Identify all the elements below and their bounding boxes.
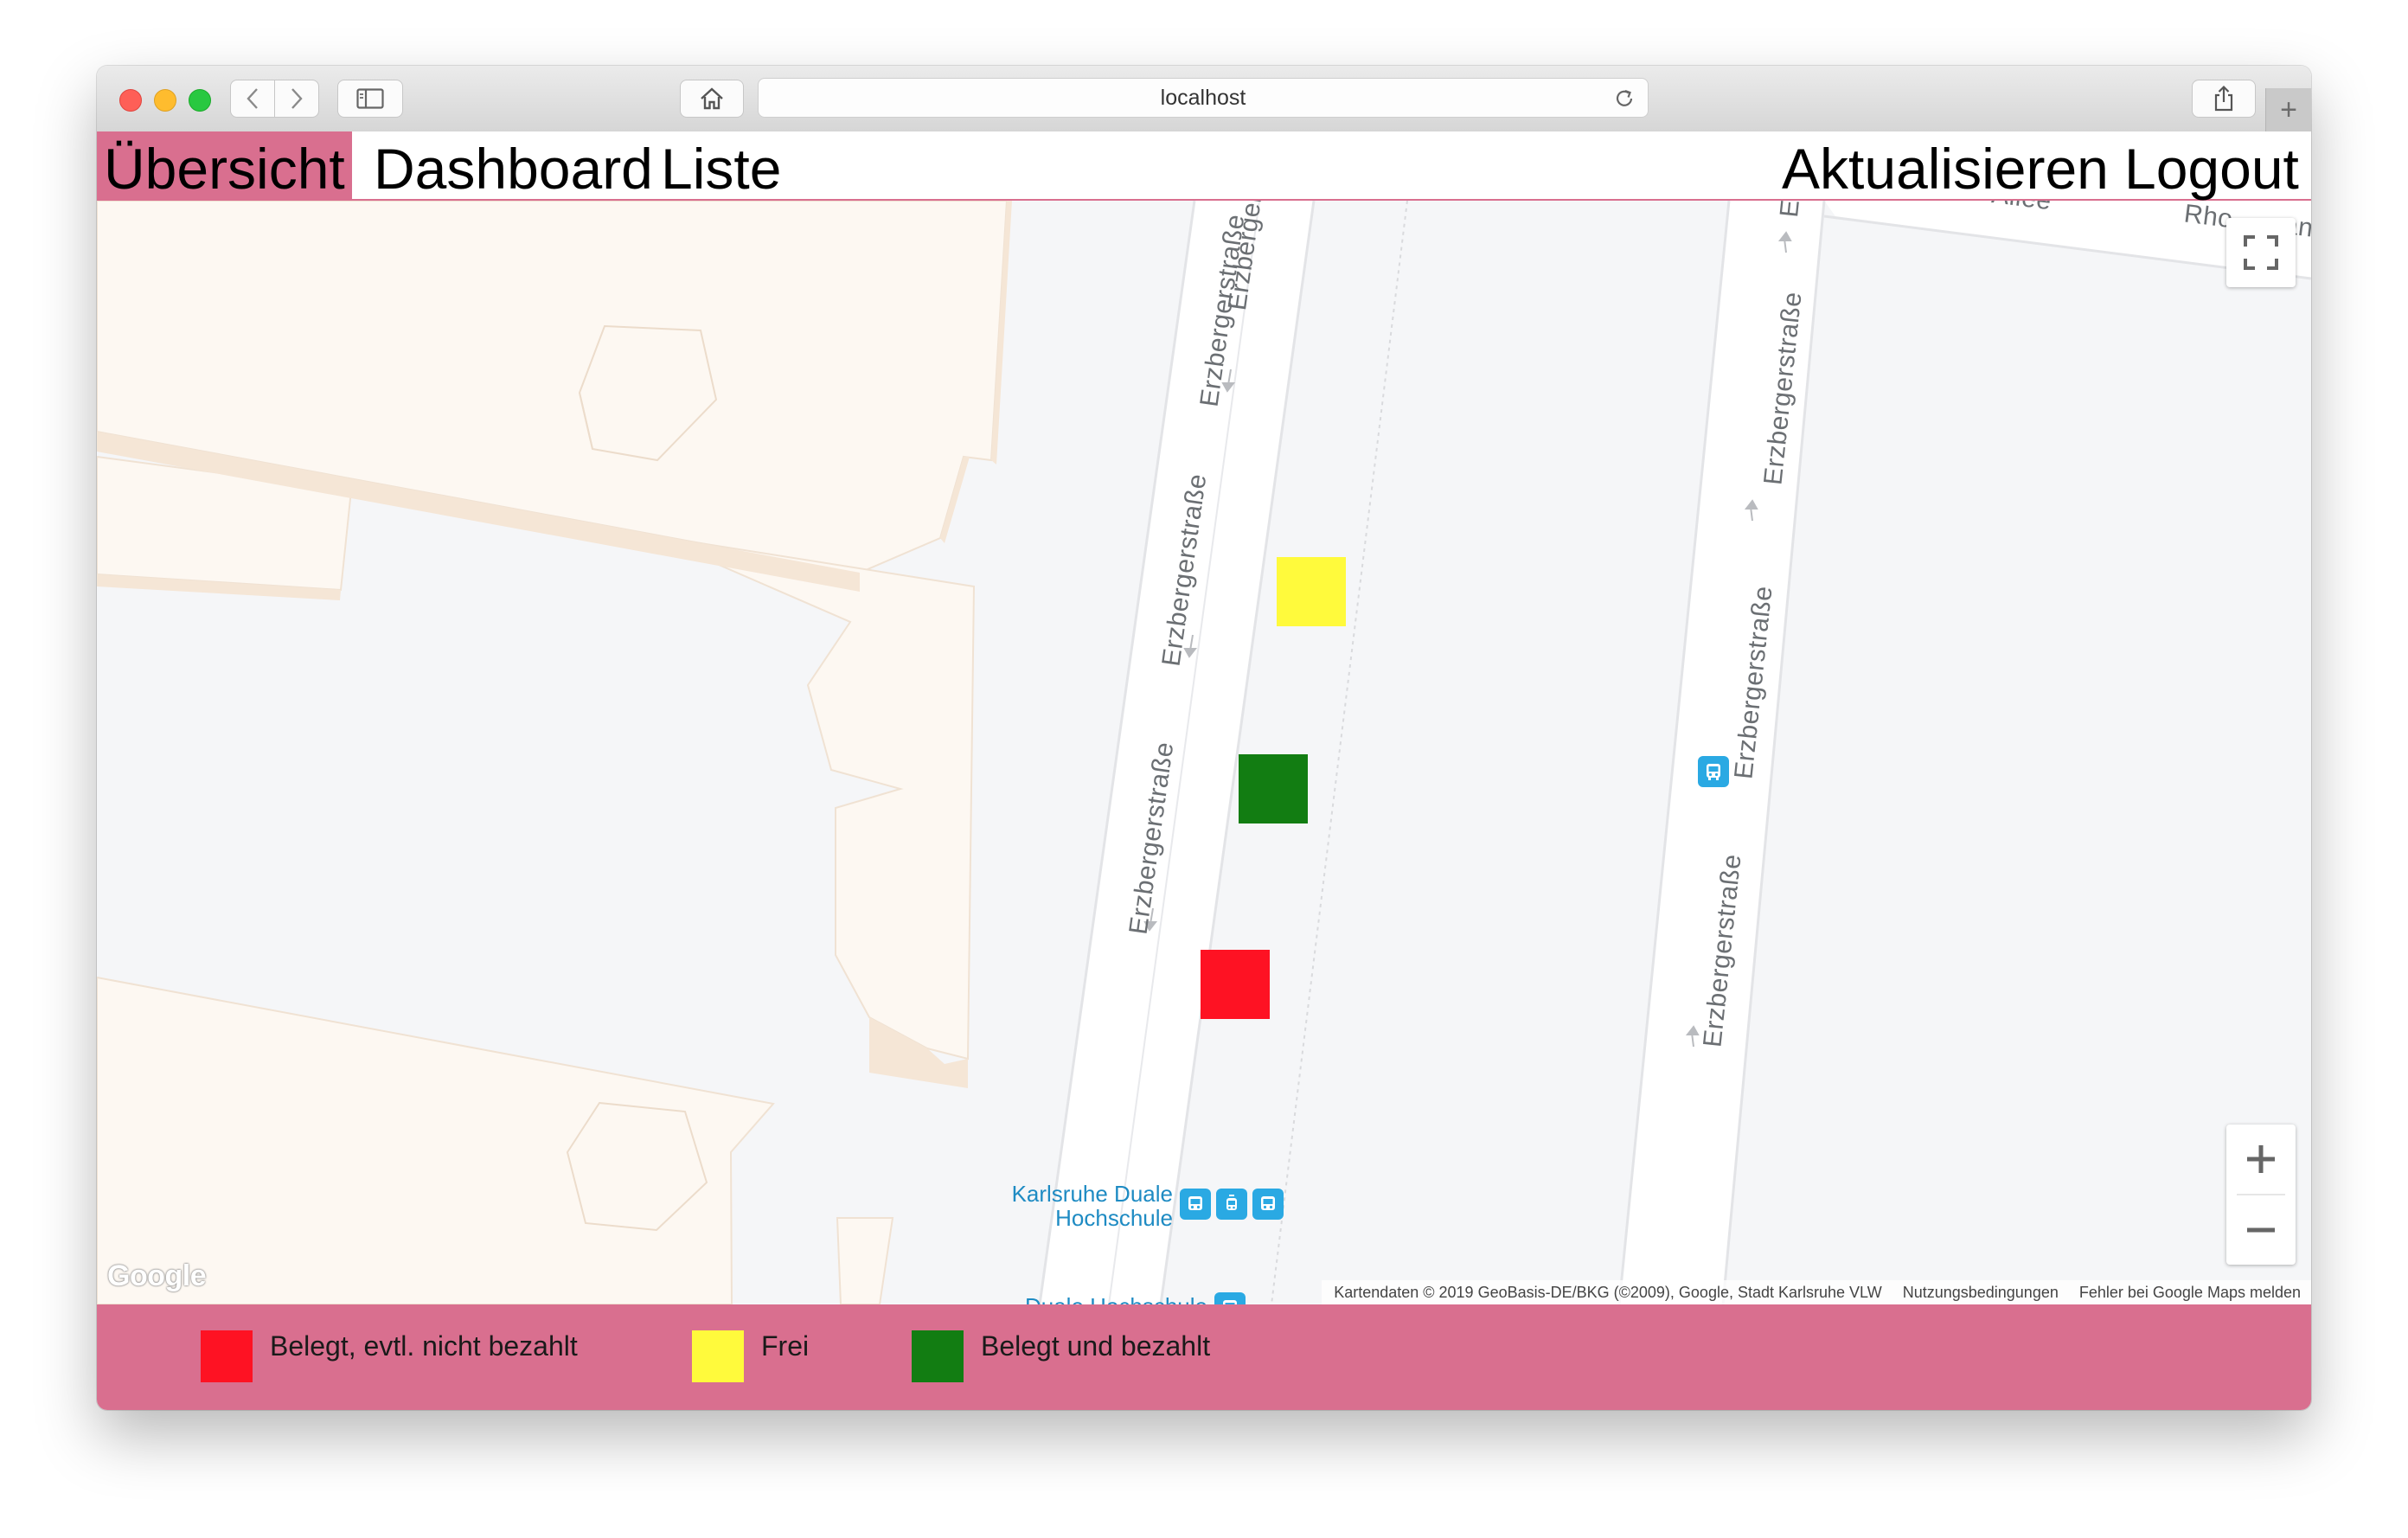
sidebar-button[interactable] — [337, 80, 403, 118]
report-error-link[interactable]: Fehler bei Google Maps melden — [2079, 1284, 2301, 1301]
share-button[interactable] — [2192, 80, 2256, 118]
share-icon — [2214, 85, 2233, 112]
chevron-right-icon — [291, 88, 303, 109]
parking-spot-paid[interactable] — [1239, 754, 1308, 823]
nav-logout[interactable]: Logout — [2117, 131, 2306, 201]
zoom-out-icon — [2247, 1227, 2275, 1233]
poi-label[interactable]: Karlsruhe Duale Hochschule — [893, 1182, 1173, 1230]
zoom-in-button[interactable] — [2226, 1125, 2296, 1194]
address-bar[interactable]: localhost — [758, 78, 1649, 118]
legend-swatch — [201, 1330, 253, 1382]
maximize-window-button[interactable] — [189, 89, 211, 112]
app-nav: Übersicht Dashboard Liste Aktualisieren … — [97, 131, 2311, 201]
legend-swatch — [912, 1330, 964, 1382]
street-label-stub: E — [1775, 201, 1805, 219]
tram-icon[interactable] — [1216, 1189, 1247, 1220]
google-logo[interactable]: Google — [107, 1259, 207, 1293]
map-data-credit: Kartendaten © 2019 GeoBasis-DE/BKG (©200… — [1334, 1284, 1882, 1301]
poi-label[interactable]: Duale Hochschule — [893, 1294, 1207, 1304]
bus-icon[interactable] — [1180, 1189, 1211, 1220]
legend-label: Belegt, evtl. nicht bezahlt — [270, 1330, 578, 1362]
browser-toolbar: localhost + — [97, 66, 2311, 132]
reload-icon[interactable] — [1613, 87, 1636, 110]
zoom-control — [2226, 1125, 2296, 1265]
forward-button[interactable] — [274, 80, 319, 118]
legend-swatch — [692, 1330, 744, 1382]
close-window-button[interactable] — [119, 89, 142, 112]
back-button[interactable] — [230, 80, 275, 118]
zoom-out-button[interactable] — [2226, 1195, 2296, 1265]
parking-spot-free[interactable] — [1277, 557, 1346, 626]
bus-icon[interactable] — [1252, 1189, 1284, 1220]
legend: Belegt, evtl. nicht bezahlt Frei Belegt … — [97, 1304, 2311, 1410]
fullscreen-icon — [2244, 235, 2278, 270]
home-button[interactable] — [680, 80, 744, 118]
browser-window: localhost + Übersicht Dashboard Liste Ak… — [97, 66, 2311, 1410]
fullscreen-button[interactable] — [2226, 218, 2296, 287]
minimize-window-button[interactable] — [154, 89, 176, 112]
nav-uebersicht[interactable]: Übersicht — [97, 131, 352, 201]
legend-label: Frei — [761, 1330, 810, 1362]
bus-icon[interactable] — [1214, 1292, 1246, 1304]
nav-aktualisieren[interactable]: Aktualisieren — [1775, 131, 2116, 201]
map-attribution: Kartendaten © 2019 GeoBasis-DE/BKG (©200… — [1322, 1280, 2311, 1304]
home-icon — [701, 87, 723, 110]
sidebar-icon — [356, 88, 384, 109]
legend-label: Belegt und bezahlt — [981, 1330, 1211, 1362]
url-text: localhost — [1160, 86, 1246, 110]
zoom-in-icon — [2247, 1145, 2275, 1173]
new-tab-button[interactable]: + — [2265, 88, 2311, 131]
nav-dashboard[interactable]: Dashboard — [367, 131, 660, 201]
chevron-left-icon — [247, 88, 258, 109]
terms-link[interactable]: Nutzungsbedingungen — [1903, 1284, 2059, 1301]
map-view[interactable]: Erzbergerstraße Erzbergerstraße Erzberge… — [97, 201, 2311, 1304]
bus-icon[interactable] — [1698, 756, 1729, 787]
nav-liste[interactable]: Liste — [654, 131, 788, 201]
parking-spot-unpaid[interactable] — [1201, 950, 1270, 1019]
